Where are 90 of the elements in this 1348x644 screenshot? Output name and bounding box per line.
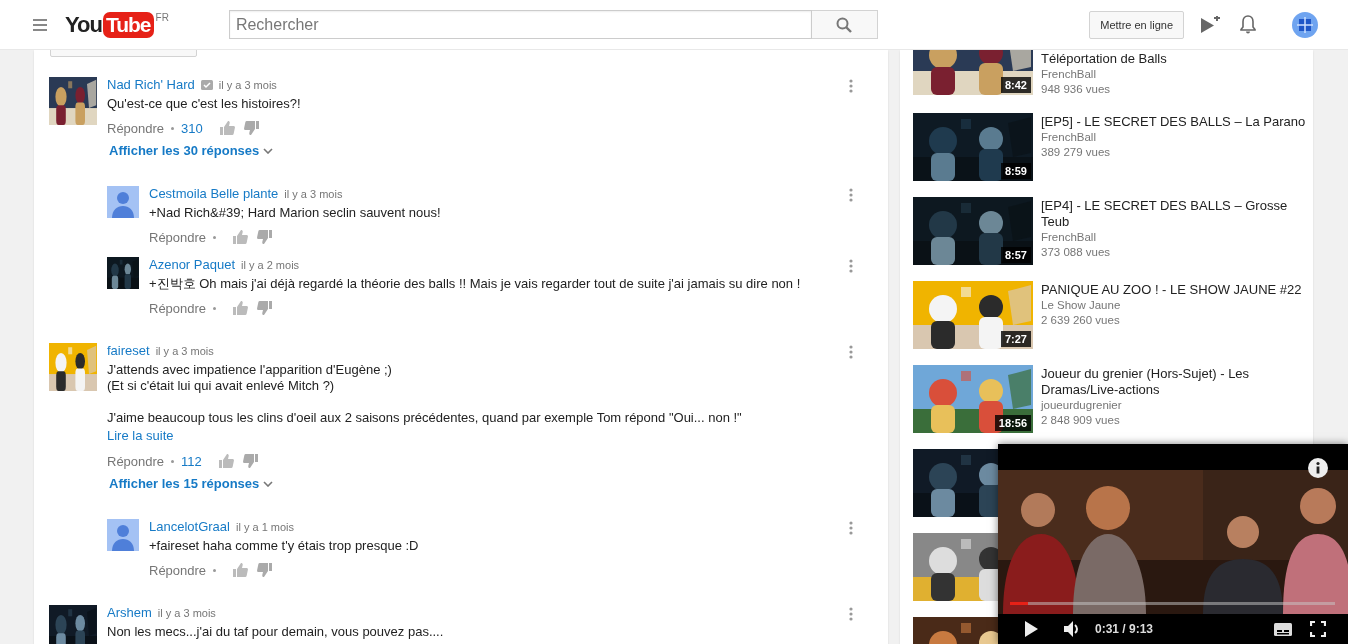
thumbs-down-icon[interactable] [242, 453, 259, 469]
author-link[interactable]: faireset [107, 343, 150, 359]
reply-link[interactable]: Répondre [149, 562, 207, 578]
duration-badge: 8:59 [1000, 163, 1031, 179]
logo-badge: Tube [102, 11, 154, 38]
search-field[interactable]: Rechercher [228, 10, 812, 39]
channel-name: joueurdugrenier [1041, 398, 1123, 413]
channel-name: FrenchBall [1041, 230, 1097, 245]
comment-time: il y a 3 mois [155, 344, 214, 359]
logo-text: You [65, 11, 103, 38]
reply-link[interactable]: Répondre [149, 229, 207, 245]
bell-icon[interactable] [1240, 15, 1256, 34]
show-replies-link[interactable]: Afficher les 30 réponses [109, 143, 274, 159]
fullscreen-icon[interactable] [1310, 621, 1326, 637]
dot-icon [171, 459, 175, 463]
volume-icon[interactable] [1064, 621, 1081, 637]
more-actions-icon[interactable] [849, 259, 853, 273]
thumbs-up-icon[interactable] [232, 300, 249, 316]
video-title[interactable]: PANIQUE AU ZOO ! - LE SHOW JAUNE #22 [1041, 282, 1302, 298]
channel-name: FrenchBall [1041, 67, 1097, 82]
more-actions-icon[interactable] [849, 188, 853, 202]
video-title[interactable]: [EP5] - LE SECRET DES BALLS – La Parano [1041, 114, 1306, 130]
more-actions-icon[interactable] [849, 607, 853, 621]
thumbs-down-icon[interactable] [257, 300, 274, 316]
duration-badge: 7:27 [1000, 331, 1031, 347]
dot-icon [213, 306, 217, 310]
comment-text: +Nad Rich&#39; Hard Marion seclin sauvent nous! [149, 205, 442, 221]
play-icon[interactable] [1025, 621, 1038, 637]
thumbs-down-icon[interactable] [243, 120, 260, 136]
comment-text: Non les mecs...j'ai du taf pour demain, vous pouvez pas.... [107, 624, 445, 640]
read-more-link[interactable]: Lire la suite [107, 427, 174, 445]
duration-badge: 8:57 [1000, 247, 1031, 263]
video-title[interactable]: Joueur du grenier (Hors-Sujet) - Les Dramas/Live-actions [1041, 366, 1309, 398]
chevron-down-icon [263, 481, 274, 487]
reply-link[interactable]: Répondre [107, 120, 165, 136]
reply-link[interactable]: Répondre [107, 453, 165, 469]
avatar-icon [107, 519, 139, 551]
menu-icon[interactable] [33, 18, 47, 31]
duration-badge: 8:42 [1000, 77, 1031, 93]
comment-time: il y a 1 mois [235, 520, 295, 535]
search-icon [836, 16, 853, 33]
playback-time: 0:31 / 9:13 [1095, 622, 1154, 636]
thumbs-up-icon[interactable] [218, 120, 235, 136]
comment-text: J'attends avec impatience l'apparition d'Eugène ;) (Et si c'était lui qui avait enlevé Mitch ?) J'aime beaucoup tous les clins d'oeil aux 2 saisons précédentes, quand par exemple Tom répond "Oui... non !" [107, 362, 743, 426]
like-count: 112 [181, 453, 202, 469]
channel-name: FrenchBall [1041, 130, 1097, 145]
duration-badge: 18:56 [994, 415, 1031, 431]
comment-text: +진박호 Oh mais j'ai déjà regardé la théorie des balls !! Mais je vais regarder tout de suite j'ai jamais su dire non ! [149, 276, 802, 292]
thumbs-down-icon[interactable] [257, 229, 274, 245]
author-link[interactable]: Nad Rich' Hard [107, 77, 195, 93]
comment-text: Qu'est-ce que c'est les histoires?! [107, 96, 302, 112]
search-button[interactable] [811, 10, 878, 39]
like-count: 310 [181, 120, 203, 136]
avatar-icon[interactable] [1292, 11, 1318, 38]
video-upload-icon[interactable] [1200, 15, 1220, 34]
video-title[interactable]: Téléportation de Balls [1041, 51, 1167, 67]
video-title[interactable]: [EP4] - LE SECRET DES BALLS – Grosse Teub [1041, 198, 1309, 230]
view-count: 389 279 vues [1041, 145, 1112, 160]
show-replies-link[interactable]: Afficher les 15 réponses [109, 476, 274, 492]
author-link[interactable]: Arshem [107, 605, 152, 621]
author-link[interactable]: Cestmoila Belle plante [149, 186, 279, 202]
more-actions-icon[interactable] [849, 79, 853, 93]
dot-icon [213, 568, 217, 572]
author-link[interactable]: Azenor Paquet [149, 257, 235, 273]
avatar-icon [107, 186, 139, 218]
logo[interactable]: You Tube FR [65, 11, 169, 38]
view-count: 373 088 vues [1041, 245, 1112, 260]
chevron-down-icon [263, 148, 274, 154]
comment-time: il y a 2 mois [241, 258, 300, 273]
reply-link[interactable]: Répondre [149, 300, 207, 316]
author-link[interactable]: LancelotGraal [149, 519, 230, 535]
comment-time: il y a 3 mois [157, 606, 216, 621]
more-actions-icon[interactable] [849, 345, 853, 359]
comment-time: il y a 3 mois [218, 78, 277, 93]
thumbs-up-icon[interactable] [217, 453, 234, 469]
dot-icon [171, 126, 175, 130]
comment-time: il y a 3 mois [284, 187, 343, 202]
more-actions-icon[interactable] [849, 521, 853, 535]
view-count: 2 848 909 vues [1041, 413, 1121, 428]
subtitles-icon[interactable] [1274, 622, 1292, 636]
thumbs-up-icon[interactable] [232, 562, 249, 578]
dot-icon [213, 235, 217, 239]
comment-text: +faireset haha comme t'y étais trop presque :D [149, 538, 420, 554]
channel-name: Le Show Jaune [1041, 298, 1122, 313]
region-label: FR [155, 11, 169, 23]
view-count: 2 639 260 vues [1041, 313, 1121, 328]
upload-button[interactable]: Mettre en ligne [1089, 10, 1184, 39]
view-count: 948 936 vues [1041, 82, 1112, 97]
thumbs-down-icon[interactable] [257, 562, 274, 578]
thumbs-up-icon[interactable] [232, 229, 249, 245]
